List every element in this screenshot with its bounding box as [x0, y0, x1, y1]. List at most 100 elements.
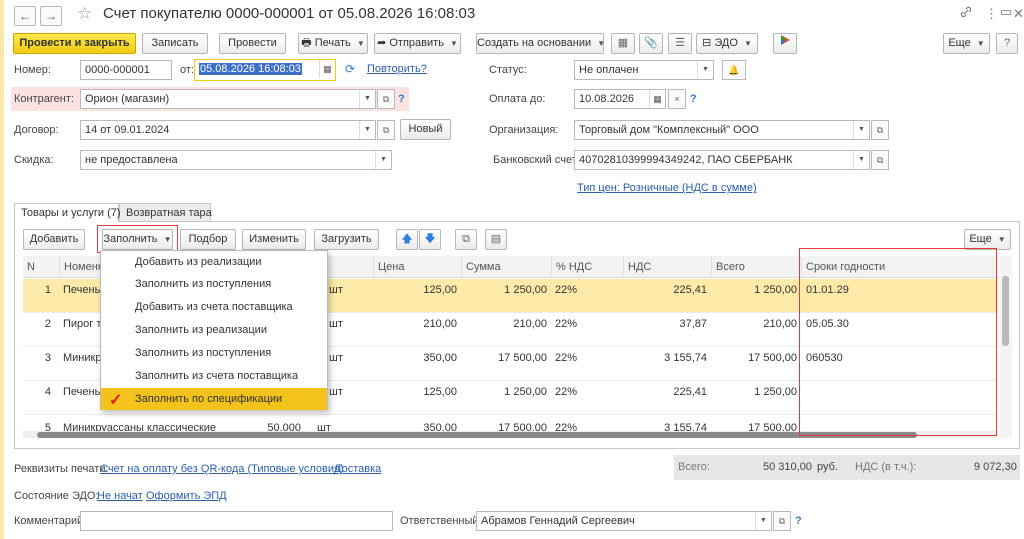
open-icon[interactable]: ⧉ [377, 120, 395, 140]
organization-value: Торговый дом "Комплексный" ООО [579, 124, 759, 136]
cell-price: 350,00 [423, 352, 457, 364]
bell-icon[interactable]: 🔔 [722, 60, 746, 80]
attach-icon[interactable]: 📎 [639, 33, 663, 54]
close-icon[interactable]: ✕ [1013, 6, 1024, 22]
cell-price: 125,00 [423, 386, 457, 398]
repeat-link[interactable]: Повторить? [367, 63, 427, 75]
col-vat-rate[interactable]: % НДС [551, 256, 623, 278]
print-button[interactable]: 🖶 Печать ▼ [298, 33, 368, 54]
col-vat[interactable]: НДС [623, 256, 711, 278]
pay-until-field[interactable]: 10.08.2026 ▦ [574, 89, 666, 109]
comment-field[interactable] [80, 511, 393, 531]
list-icon[interactable]: ☰ [668, 33, 692, 54]
delivery-link[interactable]: Доставка [334, 463, 381, 475]
copy-icon[interactable]: ⧉ [455, 229, 477, 250]
edo-button[interactable]: ⊟ ЭДО ▼ [696, 33, 758, 54]
more-button[interactable]: Еще ▼ [943, 33, 990, 54]
cell-vat-rate: 22% [555, 284, 578, 296]
col-sum[interactable]: Сумма [461, 256, 551, 278]
scroll-thumb[interactable] [37, 432, 917, 438]
paste-icon[interactable]: ▤ [485, 229, 507, 250]
edo-create-link[interactable]: Оформить ЭПД [146, 490, 227, 502]
new-contract-button[interactable]: Новый [400, 119, 451, 140]
send-button[interactable]: ➦ Отправить ▼ [374, 33, 461, 54]
clear-icon[interactable]: × [668, 89, 686, 109]
open-icon[interactable]: ⧉ [377, 89, 395, 109]
back-arrow-icon[interactable]: ← [14, 6, 36, 26]
bank-account-field[interactable]: 40702810399994349242, ПАО СБЕРБАНК ▼ [574, 150, 870, 170]
open-icon[interactable]: ⧉ [871, 120, 889, 140]
number-field[interactable]: 0000-000001 [80, 60, 172, 80]
star-icon[interactable]: ☆ [77, 4, 92, 24]
cell-unit: шт [329, 386, 343, 398]
menu-item-fill-by-specification[interactable]: ✓ Заполнить по спецификации [101, 388, 327, 410]
table-more-label: Еще [969, 233, 992, 245]
help-icon[interactable]: ? [795, 515, 802, 527]
contract-value: 14 от 09.01.2024 [85, 124, 170, 136]
chevron-down-icon: ▼ [755, 512, 771, 530]
responsible-field[interactable]: Абрамов Геннадий Сергеевич ▼ [476, 511, 772, 531]
more-vertical-icon[interactable]: ⋮ [985, 6, 998, 22]
tab-returnable-packaging[interactable]: Возвратная тара [119, 203, 212, 222]
col-n[interactable]: N [23, 256, 59, 278]
organization-field[interactable]: Торговый дом "Комплексный" ООО ▼ [574, 120, 870, 140]
from-label: от: [180, 64, 194, 76]
number-label: Номер: [14, 64, 51, 76]
play-colored-icon[interactable] [773, 33, 797, 54]
status-select[interactable]: Не оплачен ▼ [574, 60, 714, 80]
chevron-down-icon: ▼ [597, 39, 606, 48]
open-icon[interactable]: ⧉ [773, 511, 791, 531]
menu-item-add-from-sales[interactable]: Добавить из реализации [101, 251, 327, 273]
pick-button[interactable]: Подбор [180, 229, 236, 250]
move-down-icon[interactable]: 🡇 [419, 229, 441, 250]
annotation-box-expiry [799, 248, 997, 436]
add-button[interactable]: Добавить [23, 229, 85, 250]
help-icon[interactable]: ? [996, 33, 1018, 54]
restore-icon[interactable]: ▭ [1000, 4, 1012, 20]
edo-status-link[interactable]: Не начат [97, 490, 143, 502]
vertical-scrollbar[interactable] [1000, 256, 1012, 439]
col-total[interactable]: Всего [711, 256, 801, 278]
structure-icon[interactable]: ▦ [611, 33, 635, 54]
contractor-field[interactable]: Орион (магазин) ▼ [80, 89, 376, 109]
cell-vat-rate: 22% [555, 386, 578, 398]
load-button[interactable]: Загрузить [314, 229, 379, 250]
price-type-link[interactable]: Тип цен: Розничные (НДС в сумме) [577, 182, 757, 194]
calendar-icon[interactable]: ▦ [649, 90, 665, 108]
link-icon[interactable] [960, 6, 972, 21]
print-requisites-link[interactable]: Счет на оплату без QR-кода (Типовые усло… [100, 463, 344, 475]
move-up-icon[interactable]: 🡅 [396, 229, 418, 250]
contract-field[interactable]: 14 от 09.01.2024 ▼ [80, 120, 376, 140]
print-label: Печать [314, 37, 351, 49]
menu-item-fill-from-sales[interactable]: Заполнить из реализации [101, 319, 327, 341]
cell-vat: 37,87 [679, 318, 707, 330]
calendar-icon[interactable]: ▦ [319, 60, 335, 78]
menu-item-fill-from-receipt[interactable]: Заполнить из поступления [101, 273, 327, 295]
pay-until-value: 10.08.2026 [579, 93, 635, 105]
scroll-thumb[interactable] [1002, 276, 1009, 346]
chevron-down-icon: ▼ [976, 39, 985, 48]
open-icon[interactable]: ⧉ [871, 150, 889, 170]
change-button[interactable]: Изменить [242, 229, 306, 250]
tab-goods-services[interactable]: Товары и услуги (7) [14, 203, 121, 222]
vat-label: НДС (в т.ч.): [855, 461, 917, 473]
save-button[interactable]: Записать [142, 33, 208, 54]
date-field[interactable]: 05.08.2026 16:08:03 ▦ [194, 59, 336, 81]
menu-item-fill-from-receipt-2[interactable]: Заполнить из поступления [101, 342, 327, 364]
cell-sum: 1 250,00 [504, 284, 547, 296]
cell-n: 5 [44, 422, 51, 432]
post-and-close-button[interactable]: Провести и закрыть [13, 33, 136, 54]
col-price[interactable]: Цена [373, 256, 461, 278]
post-button[interactable]: Провести [219, 33, 286, 54]
menu-item-fill-from-supplier-invoice[interactable]: Заполнить из счета поставщика [101, 365, 327, 387]
chevron-down-icon: ▼ [359, 90, 375, 108]
help-icon[interactable]: ? [398, 93, 405, 105]
cell-price: 350,00 [423, 422, 457, 432]
forward-arrow-icon[interactable]: → [40, 6, 62, 26]
table-more-button[interactable]: Еще ▼ [964, 229, 1011, 250]
menu-item-add-from-supplier-invoice[interactable]: Добавить из счета поставщика [101, 296, 327, 318]
create-based-on-button[interactable]: Создать на основании ▼ [476, 33, 606, 54]
cell-total: 1 250,00 [754, 386, 797, 398]
help-icon[interactable]: ? [690, 93, 697, 105]
discount-select[interactable]: не предоставлена ▼ [80, 150, 392, 170]
